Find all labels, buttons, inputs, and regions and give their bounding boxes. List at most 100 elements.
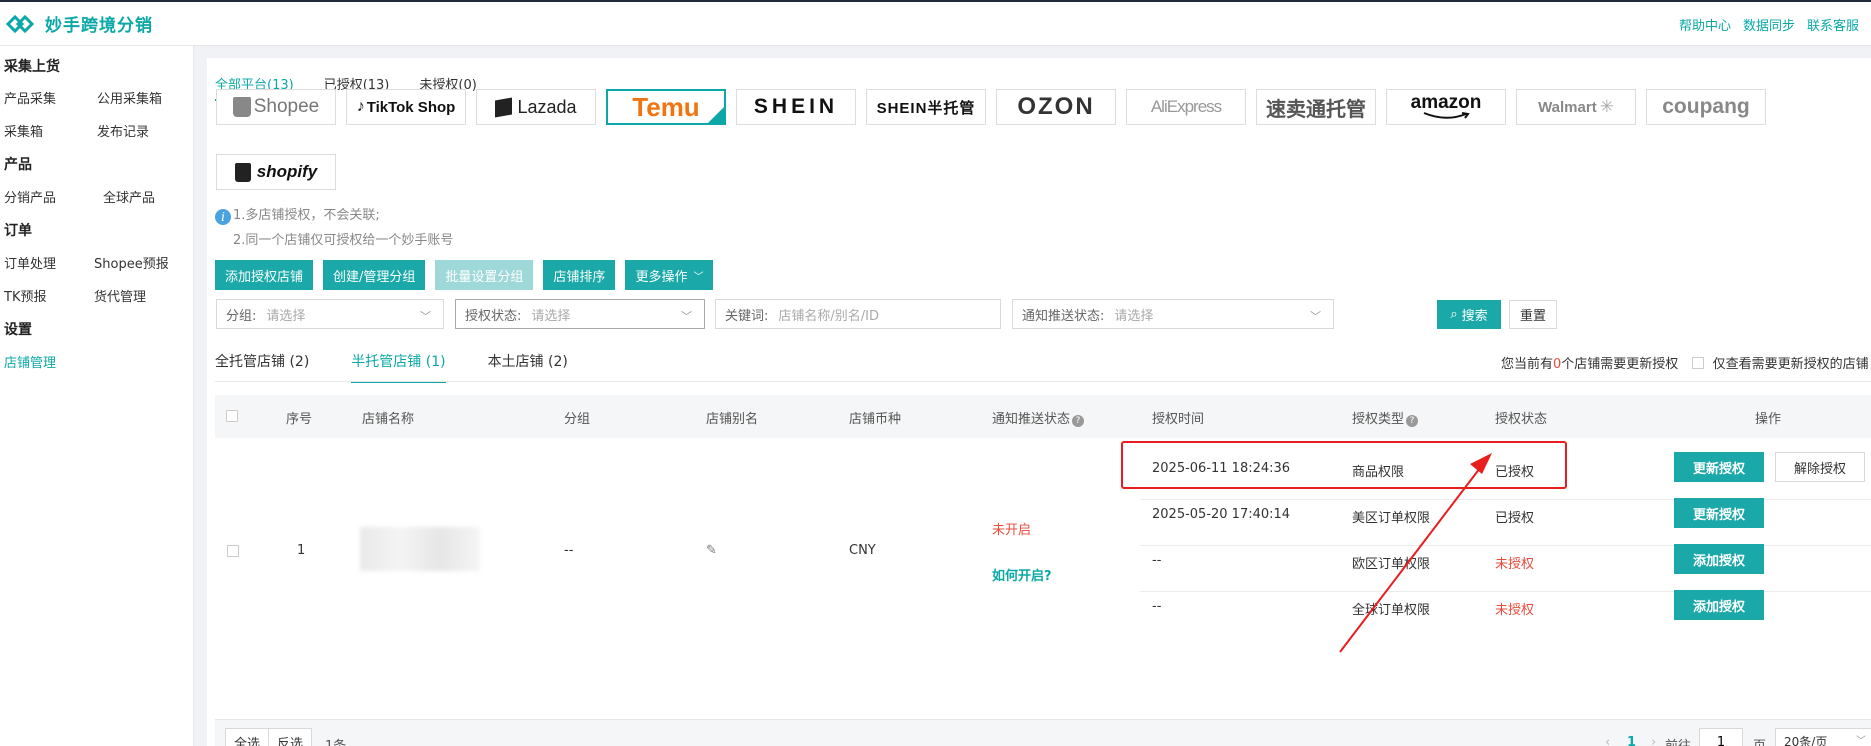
auth-status-2: 已授权 <box>1495 511 1535 526</box>
page-jump-input[interactable] <box>1699 728 1743 746</box>
tab-local-store[interactable]: 本土店铺 (2) <box>488 351 568 383</box>
sidebar-item-forwarder-management[interactable]: 货代管理 <box>94 286 146 305</box>
auth-status-select[interactable]: 授权状态: 请选择 ﹀ <box>455 299 705 329</box>
sidebar-section-settings: 设置 <box>4 322 32 338</box>
add-auth-button-4[interactable]: 添加授权 <box>1674 590 1764 620</box>
contact-support-link[interactable]: 联系客服 <box>1807 15 1859 34</box>
only-need-update-checkbox[interactable] <box>1692 357 1705 369</box>
table-footer: 全选 反选 1条 ‹ 1 › 前往 页 20条/页 ﹀ <box>215 719 1871 746</box>
sidebar-item-store-management[interactable]: 店铺管理 <box>4 352 56 371</box>
page-number[interactable]: 1 <box>1627 735 1636 746</box>
sidebar: 采集上货 产品采集 公用采集箱 采集箱 发布记录 产品 分销产品 全球产品 订单… <box>0 46 194 746</box>
lazada-heart-icon <box>495 97 513 117</box>
auth-time-2: 2025-05-20 17:40:14 <box>1152 507 1291 522</box>
platform-tiktok-shop[interactable]: ♪ TikTok Shop <box>346 89 466 125</box>
sidebar-item-product-collect[interactable]: 产品采集 <box>4 88 56 107</box>
sidebar-item-publish-record[interactable]: 发布记录 <box>97 121 149 140</box>
platform-walmart[interactable]: Walmart ✳ <box>1516 89 1636 125</box>
th-currency: 店铺币种 <box>849 412 902 427</box>
auth-status-1: 已授权 <box>1495 465 1535 480</box>
sidebar-section-collect: 采集上货 <box>4 59 60 75</box>
invert-select-button[interactable]: 反选 <box>268 728 312 746</box>
th-auth-type: 授权类型? <box>1352 408 1419 427</box>
platform-shopify[interactable]: shopify <box>216 154 336 190</box>
chevron-down-icon: ﹀ <box>693 271 704 283</box>
page-unit-label: 页 <box>1753 735 1766 746</box>
sidebar-item-global-product[interactable]: 全球产品 <box>103 187 155 206</box>
keyword-input[interactable]: 关键词: 店铺名称/别名/ID <box>715 299 1001 329</box>
sidebar-item-shopee-forecast[interactable]: Shopee预报 <box>94 253 169 272</box>
table-header: 序号 店铺名称 分组 店铺别名 店铺币种 通知推送状态? 授权时间 授权类型? … <box>215 395 1871 438</box>
group-select[interactable]: 分组: 请选择 ﹀ <box>216 299 444 329</box>
batch-set-group-button[interactable]: 批量设置分组 <box>435 260 534 290</box>
row-currency: CNY <box>849 543 876 558</box>
header-select-all-checkbox[interactable] <box>226 410 238 422</box>
th-store-name: 店铺名称 <box>362 412 415 427</box>
chevron-down-icon: ﹀ <box>1856 736 1866 746</box>
notes: i 1.多店铺授权，不会关联; 2.同一个店铺仅可授权给一个妙手账号 <box>215 203 453 253</box>
platform-shein[interactable]: SHEIN <box>736 89 856 125</box>
platform-amazon[interactable]: amazon <box>1386 89 1506 125</box>
select-all-button[interactable]: 全选 <box>225 728 269 746</box>
notify-status-select[interactable]: 通知推送状态: 请选择 ﹀ <box>1012 299 1334 329</box>
add-auth-button-3[interactable]: 添加授权 <box>1674 544 1764 574</box>
th-index: 序号 <box>286 412 313 427</box>
sidebar-item-public-collect-box[interactable]: 公用采集箱 <box>97 88 162 107</box>
sidebar-item-tk-forecast[interactable]: TK预报 <box>4 286 46 305</box>
platform-shopee[interactable]: Shopee <box>216 89 336 125</box>
platform-aliexpress[interactable]: AliExpress <box>1126 89 1246 125</box>
row-group: -- <box>564 543 574 558</box>
platform-aliexpress-managed[interactable]: 速卖通托管 <box>1256 89 1376 125</box>
sidebar-item-collect-box[interactable]: 采集箱 <box>4 121 43 140</box>
tab-semi-managed[interactable]: 半托管店铺 (1) <box>351 351 446 383</box>
sidebar-item-distribution-product[interactable]: 分销产品 <box>4 187 56 206</box>
th-auth-status: 授权状态 <box>1495 412 1548 427</box>
page-size-select[interactable]: 20条/页 ﹀ <box>1775 728 1871 746</box>
th-notify-status: 通知推送状态? <box>992 408 1085 427</box>
app-name: 妙手跨境分销 <box>45 16 153 36</box>
help-center-link[interactable]: 帮助中心 <box>1679 15 1731 34</box>
auth-type-1: 商品权限 <box>1352 465 1405 480</box>
edit-alias-icon[interactable]: ✎ <box>706 543 717 558</box>
auth-status-3: 未授权 <box>1495 557 1535 572</box>
amazon-smile-icon <box>1423 112 1470 119</box>
help-icon[interactable]: ? <box>1072 415 1085 427</box>
tab-full-managed[interactable]: 全托管店铺 (2) <box>215 351 309 383</box>
next-page-icon[interactable]: › <box>1651 735 1656 746</box>
main-content: 全部平台(13) 已授权(13) 未授权(0) Shopee ♪ TikTok … <box>207 58 1871 746</box>
reset-button[interactable]: 重置 <box>1509 300 1557 329</box>
auth-type-3: 欧区订单权限 <box>1352 557 1431 572</box>
store-sort-button[interactable]: 店铺排序 <box>543 260 616 290</box>
search-button[interactable]: ⌕ 搜索 <box>1437 300 1501 329</box>
sidebar-item-order-processing[interactable]: 订单处理 <box>4 253 56 272</box>
platform-ozon[interactable]: OZON <box>996 89 1116 125</box>
more-actions-button[interactable]: 更多操作 ﹀ <box>625 260 714 290</box>
prev-page-icon[interactable]: ‹ <box>1605 735 1610 746</box>
walmart-spark-icon: ✳ <box>1599 97 1614 116</box>
data-sync-link[interactable]: 数据同步 <box>1743 15 1795 34</box>
help-icon[interactable]: ? <box>1406 415 1419 427</box>
chevron-down-icon: ﹀ <box>420 310 431 323</box>
info-icon: i <box>215 209 231 225</box>
th-auth-time: 授权时间 <box>1152 412 1205 427</box>
app-logo[interactable]: 妙手跨境分销 <box>6 11 153 37</box>
platform-lazada[interactable]: Lazada <box>476 89 596 125</box>
row-notify-status: 未开启 <box>992 523 1032 538</box>
note-line-1: i 1.多店铺授权，不会关联; <box>215 203 453 228</box>
action-buttons: 添加授权店铺 创建/管理分组 批量设置分组 店铺排序 更多操作 ﹀ <box>215 260 714 290</box>
auth-type-4: 全球订单权限 <box>1352 603 1431 618</box>
add-auth-store-button[interactable]: 添加授权店铺 <box>215 260 314 290</box>
update-auth-button-2[interactable]: 更新授权 <box>1674 498 1764 528</box>
top-bar: 妙手跨境分销 帮助中心 数据同步 联系客服 <box>0 0 1871 46</box>
platform-shein-semi[interactable]: SHEIN半托管 <box>866 89 986 125</box>
platform-temu[interactable]: Temu <box>606 89 726 125</box>
manage-group-button[interactable]: 创建/管理分组 <box>323 260 426 290</box>
chevron-down-icon: ﹀ <box>681 310 692 323</box>
platform-coupang[interactable]: coupang <box>1646 89 1766 125</box>
revoke-auth-button[interactable]: 解除授权 <box>1775 452 1865 482</box>
update-auth-button-1[interactable]: 更新授权 <box>1674 452 1764 482</box>
update-auth-note: 您当前有0个店铺需要更新授权 仅查看需要更新授权的店铺 <box>1501 357 1869 372</box>
row-checkbox[interactable] <box>227 545 239 557</box>
logo-icon <box>6 14 35 33</box>
how-to-enable-link[interactable]: 如何开启? <box>992 565 1052 584</box>
